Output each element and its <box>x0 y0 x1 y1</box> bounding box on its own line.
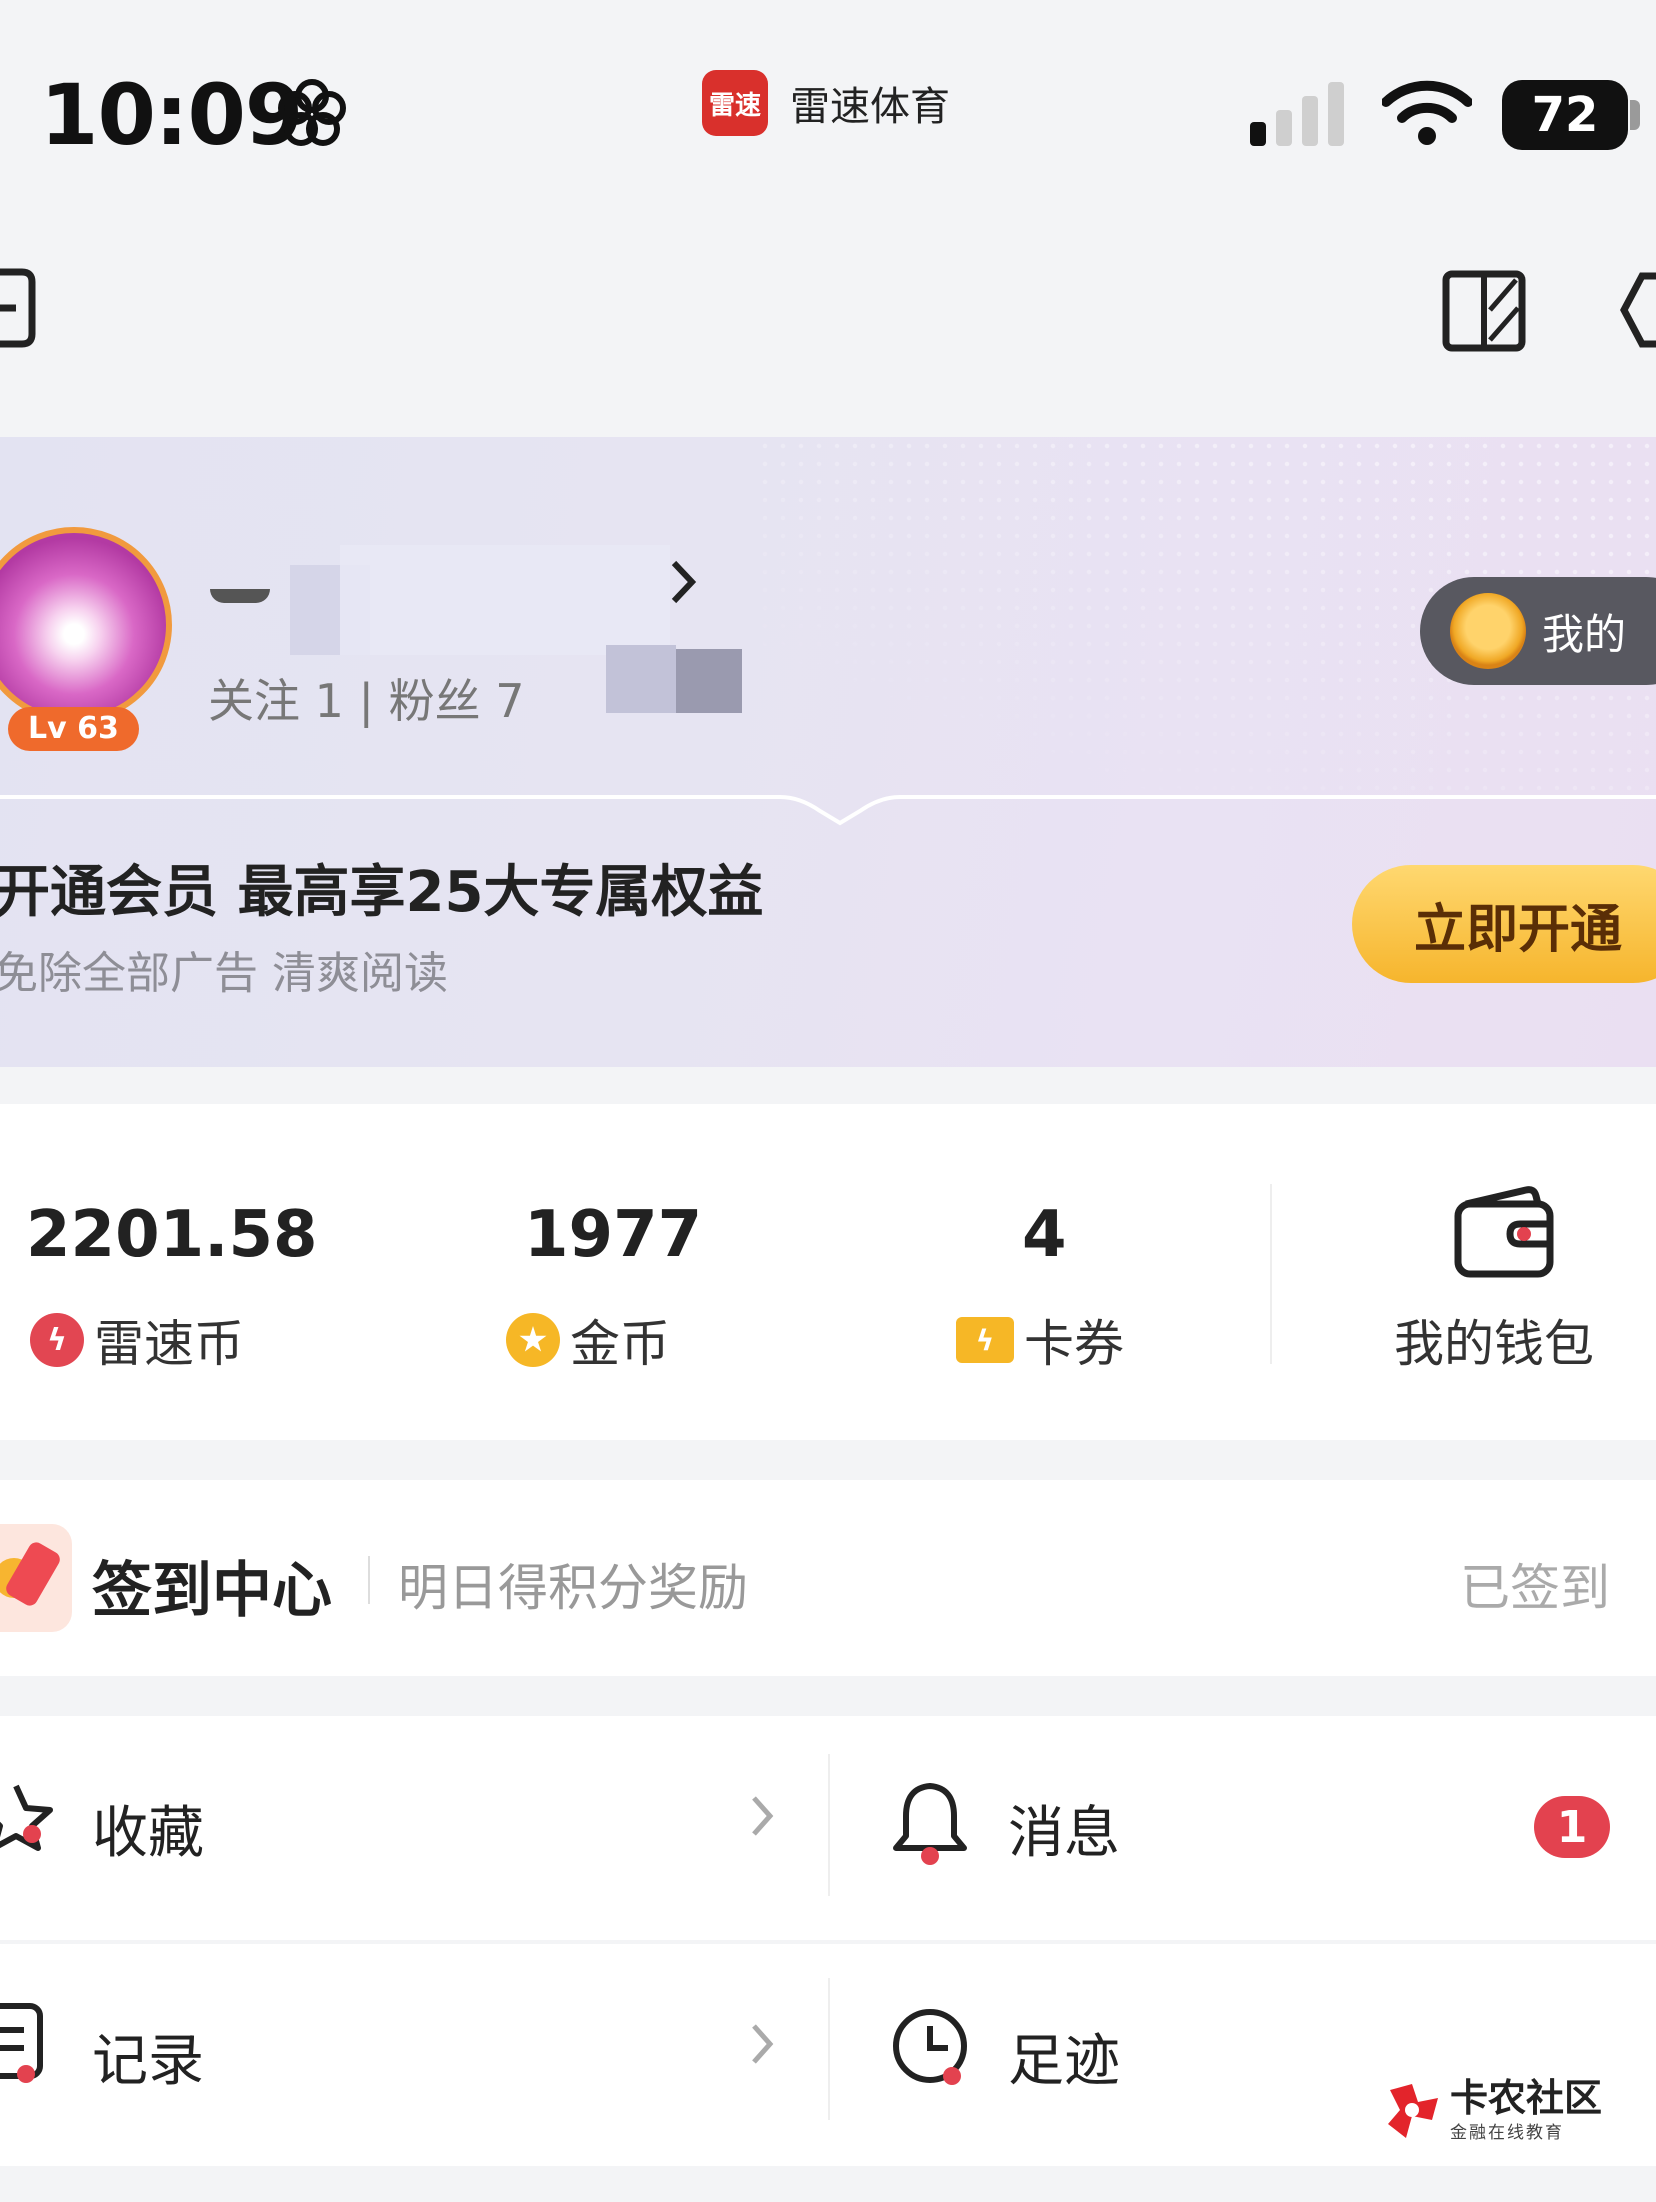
level-badge: Lv 63 <box>8 707 139 751</box>
wifi-icon <box>1382 80 1472 145</box>
signin-description: 明日得积分奖励 <box>398 1559 748 1617</box>
menu-label: 足迹 <box>1008 2029 1120 2094</box>
vip-subtitle: 免除全部广告 清爽阅读 <box>0 948 448 999</box>
signin-gift-icon <box>0 1524 72 1632</box>
scan-icon[interactable] <box>1442 270 1526 352</box>
wallet-item-leisu-coin[interactable]: 2201.58 ϟ 雷速币 <box>0 1104 450 1440</box>
wallet-label: 金币 <box>506 1304 670 1376</box>
divider <box>368 1556 370 1604</box>
profile-card: Lv 63 关注 1 | 粉丝 7 我的 开通会员 最高享25大专属权益 免除全… <box>0 437 1656 1067</box>
menu-label: 记录 <box>92 2029 204 2094</box>
wallet-label: ϟ 卡券 <box>956 1304 1124 1376</box>
menu-item-favorites[interactable]: 收藏 <box>0 1716 828 1926</box>
wallet-label: ϟ 雷速币 <box>30 1304 244 1376</box>
wallet-icon[interactable] <box>1452 1184 1556 1280</box>
wallet-item-gold-coin[interactable]: 1977 金币 <box>450 1104 900 1440</box>
vip-title: 开通会员 最高享25大专属权益 <box>0 860 764 925</box>
app-icon: 雷速 <box>702 70 768 136</box>
menu-item-messages[interactable]: 消息 <box>828 1716 1656 1926</box>
wallet-value: 2201.58 <box>26 1198 318 1272</box>
chevron-right-icon[interactable] <box>668 557 698 607</box>
battery-tip <box>1630 100 1640 130</box>
red-lightning-coin-icon: ϟ <box>30 1313 84 1367</box>
menu-item-records[interactable]: 记录 <box>0 1944 828 2154</box>
profile-page: 10:09 雷速 雷速体育 72 Lv 63 关注 1 | 粉丝 7 我的 开通… <box>0 0 1656 2202</box>
focus-flower-icon <box>278 79 346 146</box>
wallet-value: 4 <box>1022 1198 1067 1272</box>
kanong-logo-icon <box>1388 2083 1438 2138</box>
status-time: 10:09 <box>40 66 303 164</box>
gold-star-coin-icon <box>506 1313 560 1367</box>
signin-center-row[interactable]: 签到中心 明日得积分奖励 已签到 <box>0 1480 1656 1676</box>
my-badge-button[interactable]: 我的 <box>1420 577 1656 685</box>
open-vip-button[interactable]: 立即开通 <box>1352 865 1656 983</box>
cellular-signal-icon <box>1250 82 1344 146</box>
notification-pill[interactable]: 雷速 雷速体育 <box>702 70 950 136</box>
wallet-value: 1977 <box>524 1198 703 1272</box>
divider <box>1270 1184 1272 1364</box>
menu-label: 收藏 <box>92 1801 204 1866</box>
chevron-right-icon <box>752 2024 774 2064</box>
ticket-icon: ϟ <box>956 1317 1014 1363</box>
wallet-card: 2201.58 ϟ 雷速币 1977 金币 4 ϟ 卡券 我的钱包 <box>0 1104 1656 1440</box>
clock-icon <box>893 2009 967 2085</box>
signin-status: 已签到 <box>1460 1559 1610 1617</box>
my-wallet-label[interactable]: 我的钱包 <box>1394 1304 1594 1376</box>
message-count-badge: 1 <box>1534 1796 1610 1858</box>
my-badge-label: 我的 <box>1542 609 1627 659</box>
battery-indicator: 72 <box>1502 80 1628 150</box>
card-divider <box>0 795 1656 826</box>
menu-label: 消息 <box>1008 1801 1120 1866</box>
avatar[interactable] <box>0 527 172 723</box>
settings-hex-icon[interactable] <box>1620 270 1656 350</box>
account-switch-icon[interactable] <box>0 268 40 348</box>
star-icon <box>0 1784 53 1851</box>
wallet-item-coupon[interactable]: 4 ϟ 卡券 <box>900 1104 1260 1440</box>
list-icon <box>0 2003 43 2083</box>
watermark-title: 卡农社区 <box>1450 2076 1603 2120</box>
watermark: 卡农社区 金融在线教育 <box>1382 2078 1602 2143</box>
notification-app-name: 雷速体育 <box>790 84 950 130</box>
signin-title: 签到中心 <box>92 1556 332 1626</box>
chevron-right-icon <box>752 1796 774 1836</box>
follow-stats[interactable]: 关注 1 | 粉丝 7 <box>208 665 525 731</box>
watermark-subtitle: 金融在线教育 <box>1450 2123 1564 2143</box>
medal-icon <box>1450 593 1526 669</box>
bell-icon <box>893 1783 967 1865</box>
